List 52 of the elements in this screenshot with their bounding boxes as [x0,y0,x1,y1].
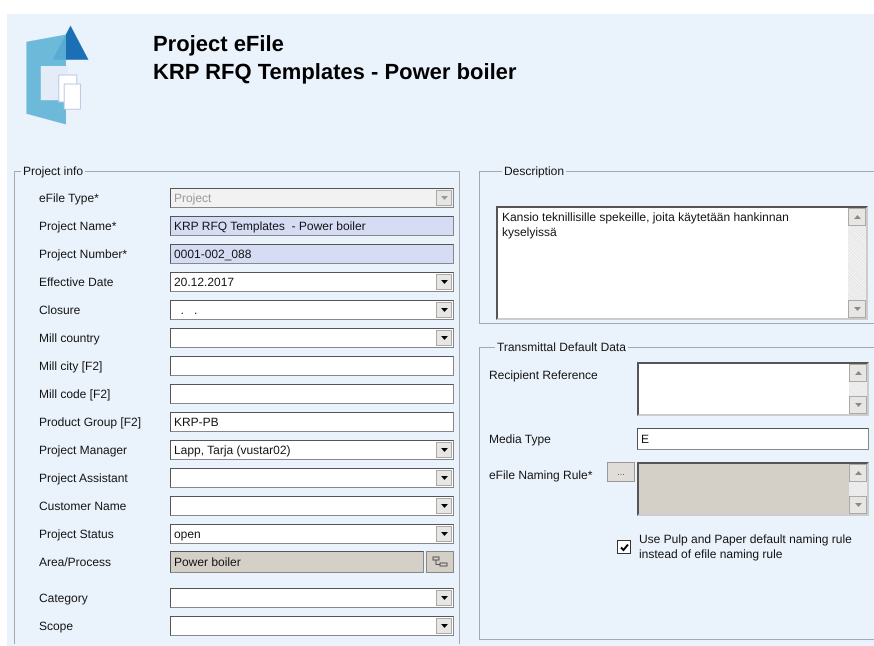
dropdown-field[interactable] [170,496,454,516]
dropdown-field[interactable]: open [170,524,454,544]
description-field[interactable]: Kansio teknillisille spekeille, joita käytetään hankinnan kyselyissä [496,206,868,320]
group-legend: Project info [21,164,86,178]
checkbox[interactable] [617,540,631,554]
field-label: Project Status [38,527,115,541]
browse-button[interactable]: ... [607,462,635,482]
dropdown-field[interactable]: . . [170,300,454,320]
subtitle: KRP RFQ Templates - Power boiler [153,58,516,86]
dropdown-field[interactable]: 20.12.2017 [170,272,454,292]
scroll-up-icon[interactable] [848,208,866,226]
field-label: Mill city [F2] [38,359,104,373]
input-field[interactable]: KRP-PB [170,412,454,432]
dropdown-field[interactable] [170,616,454,636]
dropdown-field[interactable] [170,468,454,488]
scroll-down-icon[interactable] [849,496,867,514]
dropdown-field[interactable]: Lapp, Tarja (vustar02) [170,440,454,460]
field-label: eFile Naming Rule* [489,467,594,482]
field-label: Scope [38,619,74,633]
recipient-reference-field[interactable] [637,362,869,416]
checkbox-label: Use Pulp and Paper default naming rule instead of efile naming rule [639,532,853,562]
field-label: eFile Type* [38,191,100,205]
field-label: Project Assistant [38,471,129,485]
group-legend: Transmittal Default Data [495,340,628,354]
input-field[interactable]: E [637,428,869,450]
group-legend: Description [502,164,566,178]
scroll-up-icon[interactable] [849,464,867,482]
scroll-up-icon[interactable] [849,364,867,382]
scroll-down-icon[interactable] [849,396,867,414]
field-label: Media Type [489,432,552,446]
field-label: Mill country [38,331,101,345]
field-label: Project Number* [38,247,128,261]
dropdown-field[interactable] [170,328,454,348]
field-label: Effective Date [38,275,114,289]
field-label: Customer Name [38,499,128,513]
title: Project eFile [153,30,285,58]
input-field[interactable] [170,384,454,404]
dropdown-field[interactable] [170,588,454,608]
input-field[interactable] [170,356,454,376]
field-label: Product Group [F2] [38,415,142,429]
input-field[interactable]: 0001-002_088 [170,244,454,264]
naming-rule-field[interactable] [637,462,869,516]
scroll-down-icon[interactable] [848,300,866,318]
field-label: Project Manager [38,443,128,457]
field-label: Recipient Reference [489,367,599,382]
field-label: Mill code [F2] [38,387,112,401]
field-label: Project Name* [38,219,118,233]
field-label: Area/Process [38,555,112,569]
field-label: Closure [38,303,82,317]
field-label: Category [38,591,89,605]
tree-lookup-icon[interactable] [426,551,454,573]
input-field[interactable]: KRP RFQ Templates - Power boiler [170,216,454,236]
